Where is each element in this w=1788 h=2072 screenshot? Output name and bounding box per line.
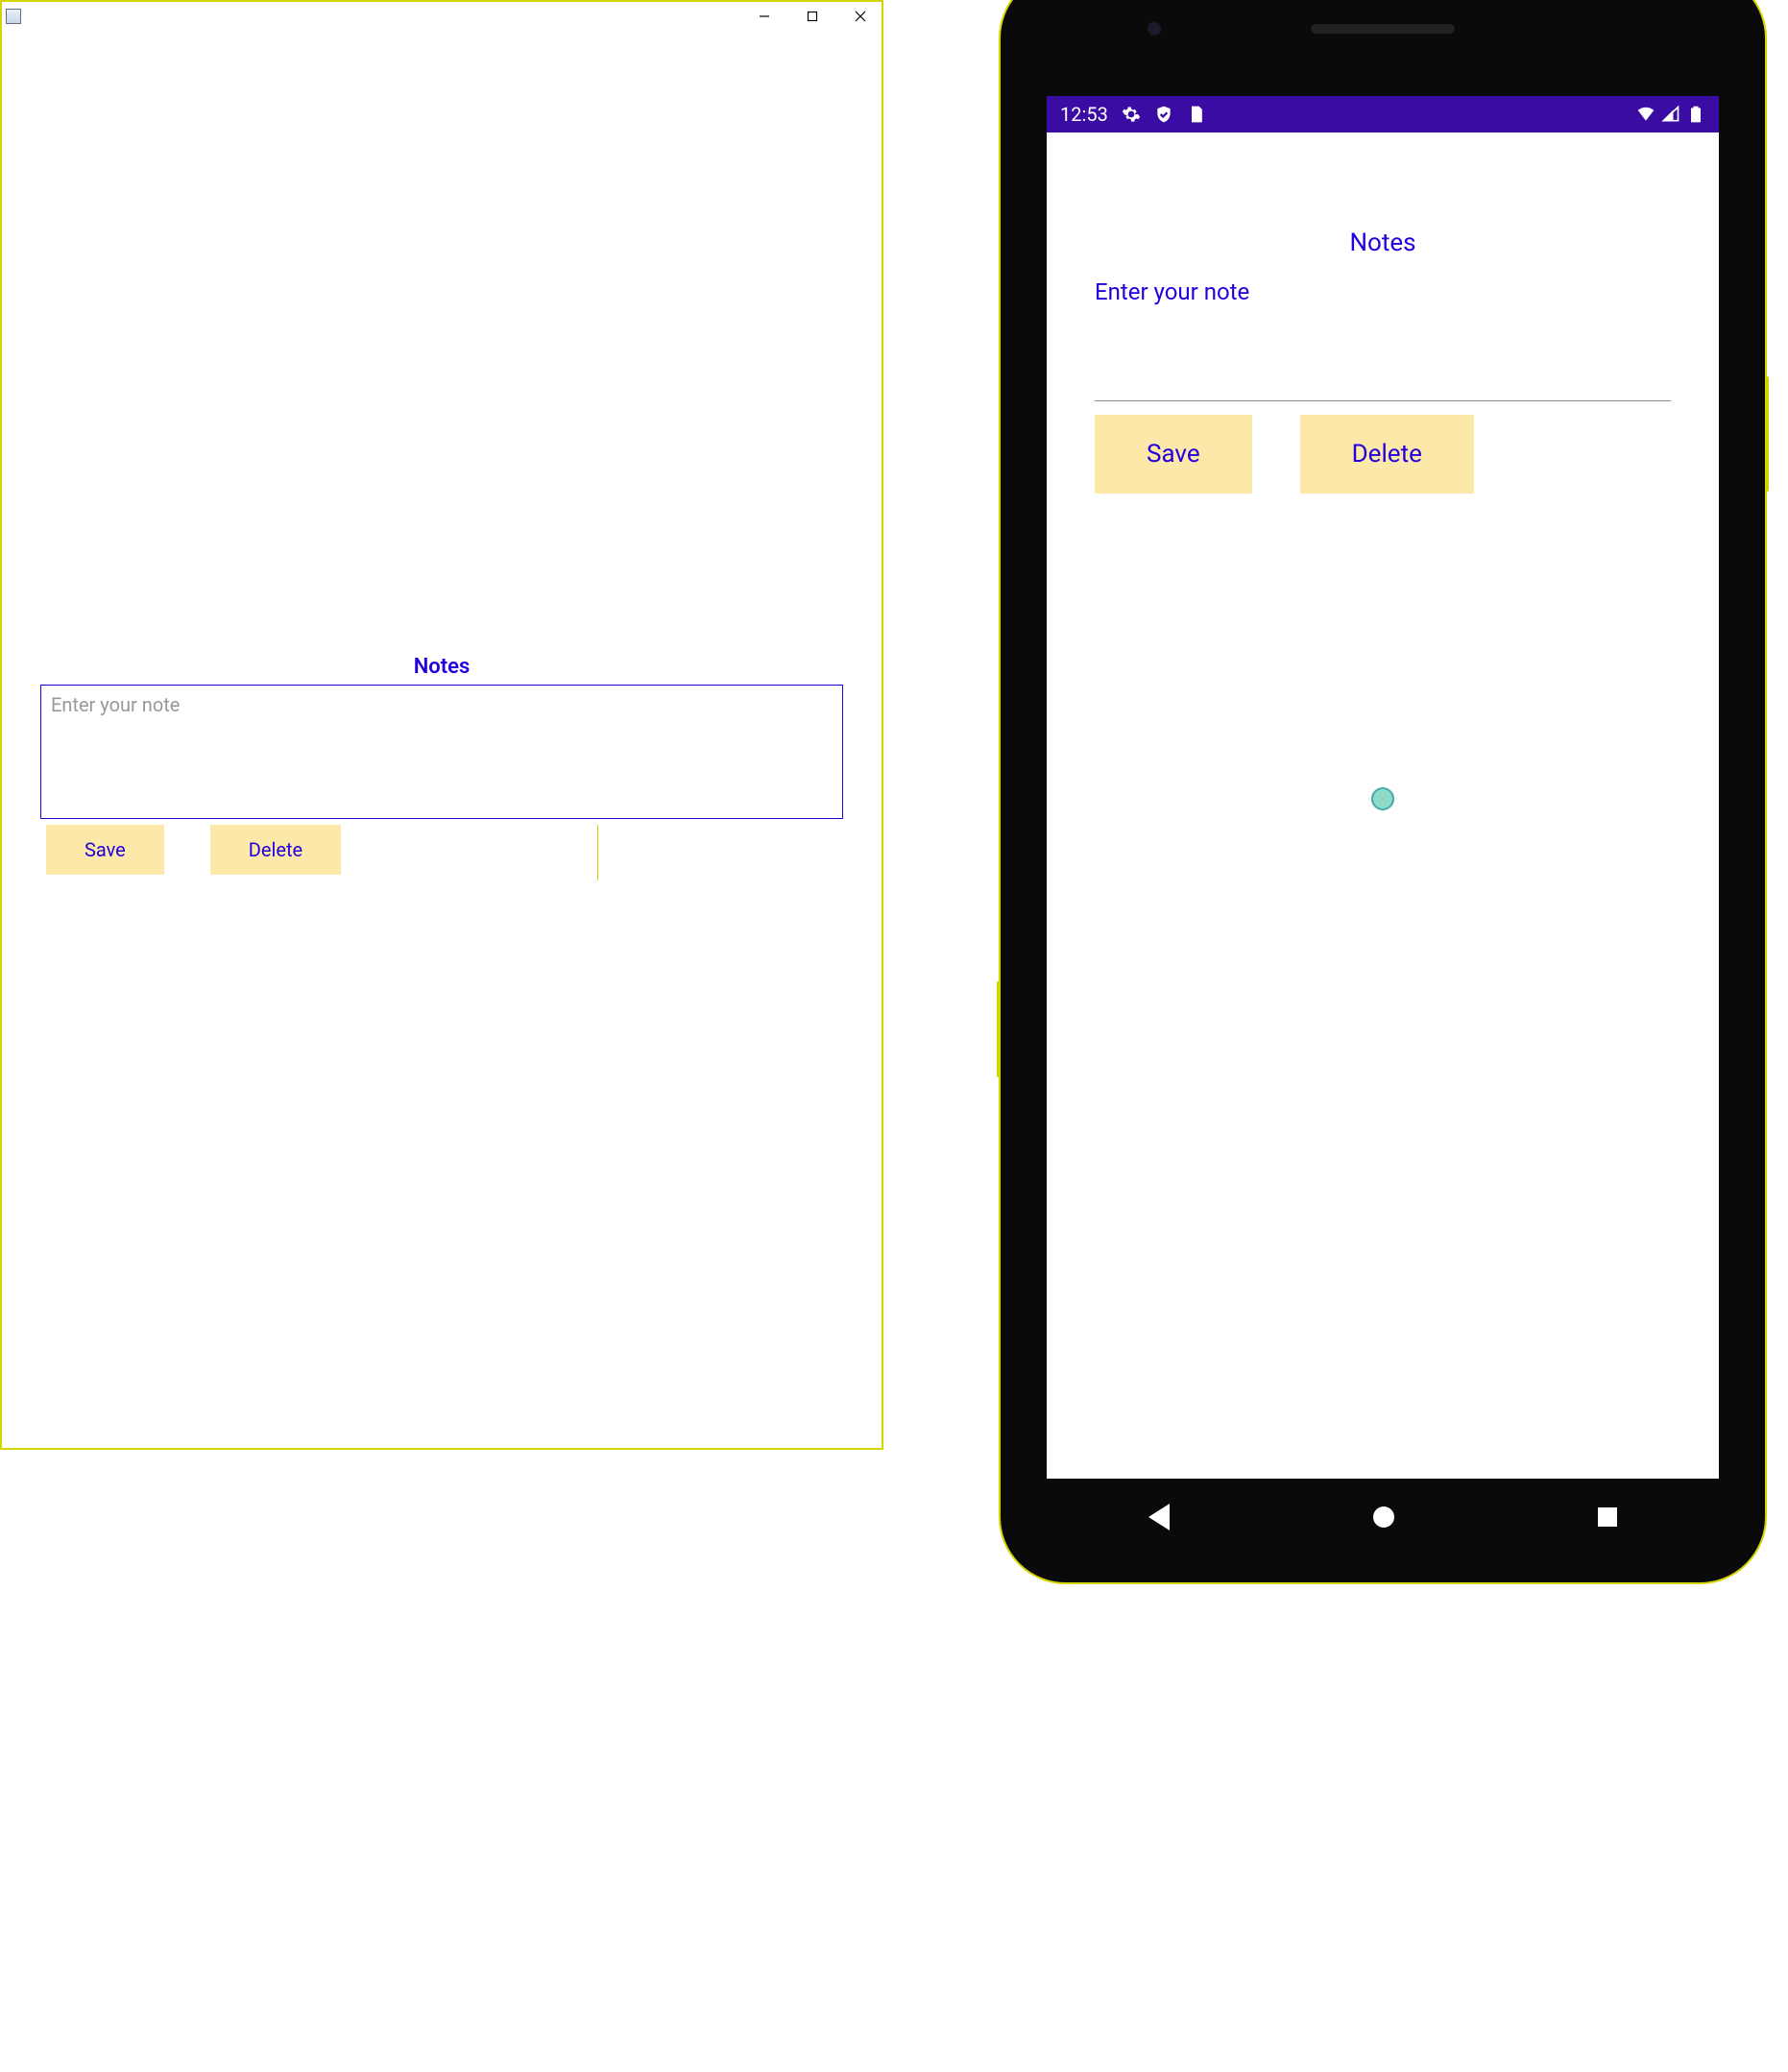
page-title: Notes [40,655,843,679]
app-icon [6,9,21,24]
android-nav-bar [1047,1488,1719,1546]
nav-back-button[interactable] [1148,1504,1170,1530]
signal-icon [1661,105,1680,124]
delete-button[interactable]: Delete [210,825,341,875]
note-input[interactable]: Enter your note [1095,275,1671,401]
gear-icon [1122,105,1141,124]
save-button[interactable]: Save [1095,415,1252,494]
input-underline [1095,400,1671,401]
sim-icon [1187,105,1206,124]
maximize-button[interactable] [803,7,822,26]
nav-recent-button[interactable] [1598,1507,1617,1527]
close-button[interactable] [851,7,870,26]
wifi-icon [1636,105,1655,124]
statusbar-right [1636,105,1705,124]
phone-screen: 12:53 Notes Enter your note [1047,96,1719,1479]
phone-earpiece [1311,24,1455,34]
statusbar-left: 12:53 [1060,103,1206,126]
save-button[interactable]: Save [46,825,164,875]
phone-device: 12:53 Notes Enter your note [999,0,1767,1584]
minimize-button[interactable] [755,7,774,26]
delete-button[interactable]: Delete [1300,415,1474,494]
button-row: Save Delete [40,825,843,875]
desktop-content: Notes Save Delete [2,655,882,2072]
window-controls [755,7,878,26]
titlebar [2,2,882,31]
phone-side-button [1765,376,1769,492]
desktop-window: Notes Save Delete [0,0,883,1450]
phone-camera [1148,22,1161,36]
phone-content: Notes Enter your note Save Delete [1047,229,1719,494]
page-title: Notes [1095,229,1671,257]
button-row: Save Delete [1095,415,1671,494]
phone-side-button [997,981,1001,1077]
battery-icon [1686,105,1705,124]
phone-body: 12:53 Notes Enter your note [1018,0,1748,1565]
note-input-placeholder: Enter your note [1095,275,1671,309]
statusbar: 12:53 [1047,96,1719,133]
note-input[interactable] [40,685,843,819]
touch-indicator-icon [1371,787,1394,810]
shield-icon [1154,105,1173,124]
nav-home-button[interactable] [1373,1506,1394,1528]
statusbar-time: 12:53 [1060,103,1108,126]
